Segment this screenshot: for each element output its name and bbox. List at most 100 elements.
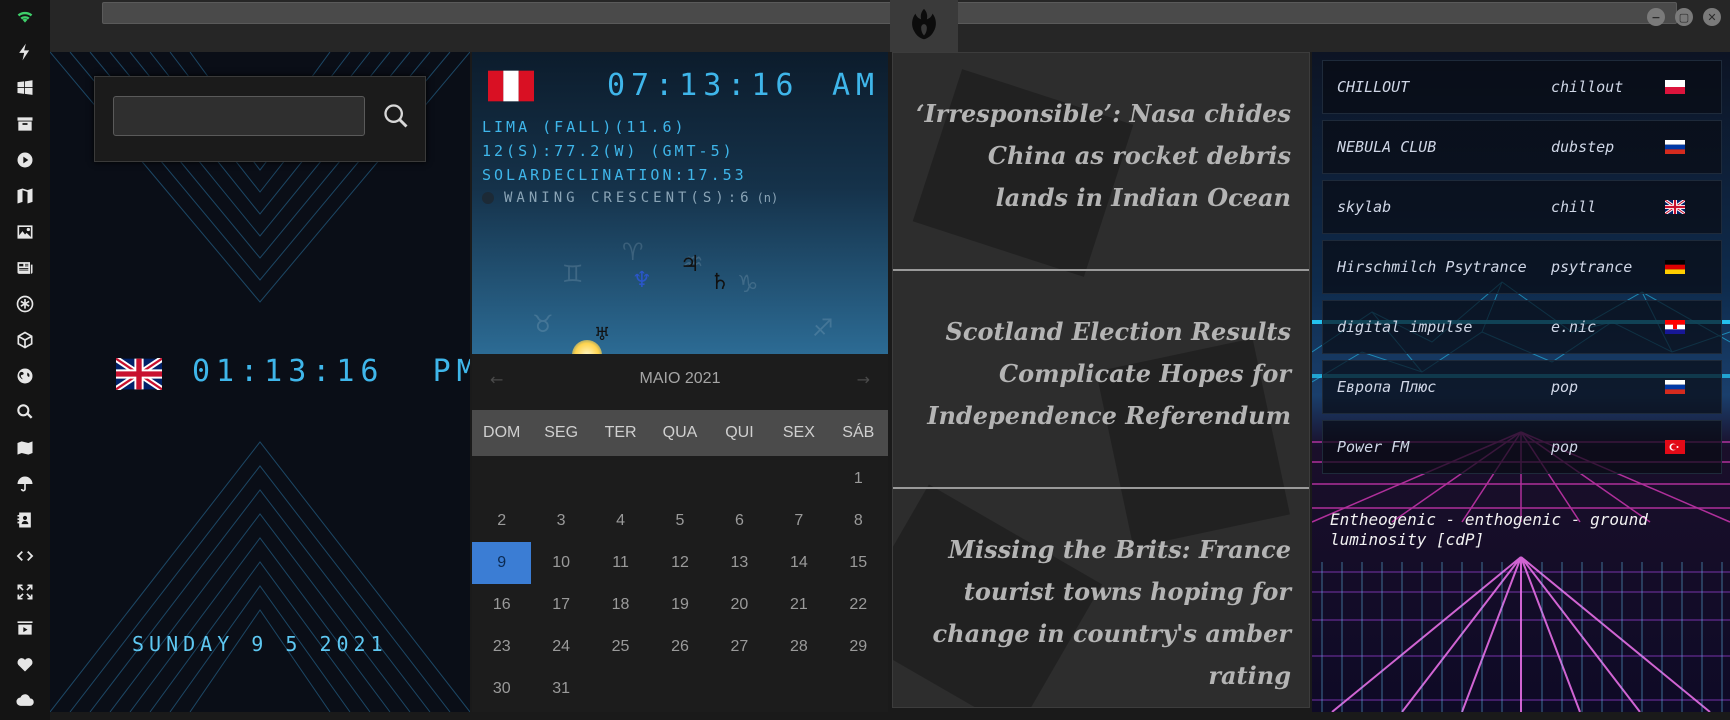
calendar-day[interactable]: 28: [769, 626, 828, 668]
calendar-day[interactable]: 13: [710, 542, 769, 584]
peru-flag-icon: [488, 70, 534, 102]
weekday: SÁB: [842, 424, 875, 441]
zodiac-glyph: ♈: [622, 238, 644, 266]
radio-station[interactable]: NEBULA CLUB dubstep: [1322, 120, 1722, 174]
station-genre: pop: [1551, 378, 1579, 396]
logo-tab[interactable]: [890, 0, 958, 52]
coordinates: 12(S):77.2(W) (GMT-5): [482, 142, 735, 160]
calendar-empty-cell: [710, 458, 769, 500]
calendar-day[interactable]: 18: [591, 584, 650, 626]
search-icon[interactable]: [13, 400, 37, 424]
calendar-day[interactable]: 20: [710, 584, 769, 626]
calendar-day[interactable]: 14: [769, 542, 828, 584]
calendar-day[interactable]: 11: [591, 542, 650, 584]
news-icon[interactable]: [13, 256, 37, 280]
youtube-icon[interactable]: [13, 616, 37, 640]
search-input[interactable]: [113, 96, 365, 136]
city-season: LIMA (FALL)(11.6): [482, 118, 687, 136]
search-button[interactable]: [379, 99, 413, 133]
wifi-icon[interactable]: [13, 4, 37, 28]
calendar-day[interactable]: 4: [591, 500, 650, 542]
image-icon[interactable]: [13, 220, 37, 244]
calendar-day-selected[interactable]: 9: [472, 542, 532, 584]
calendar-day[interactable]: 17: [531, 584, 590, 626]
map-icon[interactable]: [13, 436, 37, 460]
bolt-icon[interactable]: [13, 40, 37, 64]
weekday: TER: [604, 424, 637, 441]
star-of-life-icon[interactable]: [13, 292, 37, 316]
calendar-day[interactable]: 2: [472, 500, 531, 542]
news-panel: ‘Irresponsible’: Nasa chides China as ro…: [892, 52, 1310, 708]
calendar-day[interactable]: 26: [650, 626, 709, 668]
de-flag-icon: [1665, 260, 1685, 274]
radio-station[interactable]: Hirschmilch Psytrance psytrance: [1322, 240, 1722, 294]
local-date: SUNDAY 9 5 2021: [132, 632, 388, 656]
calendar-day[interactable]: 16: [472, 584, 531, 626]
station-name: Power FM: [1337, 438, 1410, 456]
uk-flag-icon: [116, 358, 162, 390]
calendar-day[interactable]: 8: [829, 500, 888, 542]
calendar-day[interactable]: 6: [710, 500, 769, 542]
code-icon[interactable]: [13, 544, 37, 568]
radio-station[interactable]: Европа Плюс pop: [1322, 360, 1722, 414]
news-headline[interactable]: Missing the Brits: France tourist towns …: [911, 529, 1291, 697]
hexagon-icon[interactable]: [13, 328, 37, 352]
calendar-day[interactable]: 23: [472, 626, 531, 668]
weekday: QUA: [662, 424, 698, 441]
station-name: Европа Плюс: [1337, 378, 1437, 396]
calendar-day[interactable]: 27: [710, 626, 769, 668]
contacts-icon[interactable]: [13, 508, 37, 532]
calendar-day[interactable]: 29: [829, 626, 888, 668]
radio-station[interactable]: Power FM pop: [1322, 420, 1722, 474]
calendar-day[interactable]: 30: [472, 668, 531, 710]
calendar-day[interactable]: 31: [531, 668, 590, 710]
calendar-day[interactable]: 19: [650, 584, 709, 626]
radio-station[interactable]: skylab chill: [1322, 180, 1722, 234]
windows-icon[interactable]: [13, 76, 37, 100]
minimize-button[interactable]: −: [1647, 8, 1665, 26]
calendar-day[interactable]: 10: [531, 542, 590, 584]
ru-flag-icon: [1665, 380, 1685, 394]
station-genre: dubstep: [1551, 138, 1615, 156]
moon-phase: WANING CRESCENT(S):6 (n): [482, 190, 778, 206]
zodiac-glyph: ♐: [812, 314, 834, 342]
calendar-day[interactable]: 15: [829, 542, 888, 584]
news-divider: [893, 487, 1309, 489]
calendar-day[interactable]: 12: [650, 542, 709, 584]
umbrella-icon[interactable]: [13, 472, 37, 496]
calendar-day[interactable]: 5: [650, 500, 709, 542]
maximize-button[interactable]: ▢: [1675, 8, 1693, 26]
calendar-day[interactable]: 21: [769, 584, 828, 626]
zodiac-glyph: ♊: [562, 260, 584, 288]
weekday: DOM: [483, 424, 521, 441]
news-headline[interactable]: Scotland Election Results Complicate Hop…: [911, 311, 1291, 437]
moon-phase-suffix: (n): [756, 191, 779, 205]
station-genre: chillout: [1551, 78, 1624, 96]
world-ampm: AM: [832, 68, 881, 103]
radio-station[interactable]: digital impulse e.nic: [1322, 300, 1722, 354]
calendar-day[interactable]: 25: [591, 626, 650, 668]
calendar-day[interactable]: 24: [531, 626, 590, 668]
expand-icon[interactable]: [13, 580, 37, 604]
calendar-day[interactable]: 22: [829, 584, 888, 626]
calendar-day[interactable]: 3: [531, 500, 590, 542]
radio-station[interactable]: CHILLOUT chillout: [1322, 60, 1722, 114]
prev-month-button[interactable]: ←: [490, 370, 503, 389]
next-month-button[interactable]: →: [857, 370, 870, 389]
play-icon[interactable]: [13, 148, 37, 172]
jupiter-icon: ♃: [680, 252, 700, 277]
station-genre: psytrance: [1551, 258, 1633, 276]
globe-icon[interactable]: [13, 364, 37, 388]
maps-icon[interactable]: [13, 184, 37, 208]
gb-flag-icon: [1665, 200, 1685, 214]
archive-icon[interactable]: [13, 112, 37, 136]
weekday: SEG: [544, 424, 579, 441]
news-divider: [893, 269, 1309, 271]
title-bar: − ▢ ✕: [50, 0, 1730, 52]
heart-icon[interactable]: [13, 652, 37, 676]
calendar-day[interactable]: 7: [769, 500, 828, 542]
news-headline[interactable]: ‘Irresponsible’: Nasa chides China as ro…: [911, 93, 1291, 219]
calendar-day[interactable]: 1: [829, 458, 888, 500]
cloud-icon[interactable]: [13, 688, 37, 712]
close-button[interactable]: ✕: [1703, 8, 1721, 26]
